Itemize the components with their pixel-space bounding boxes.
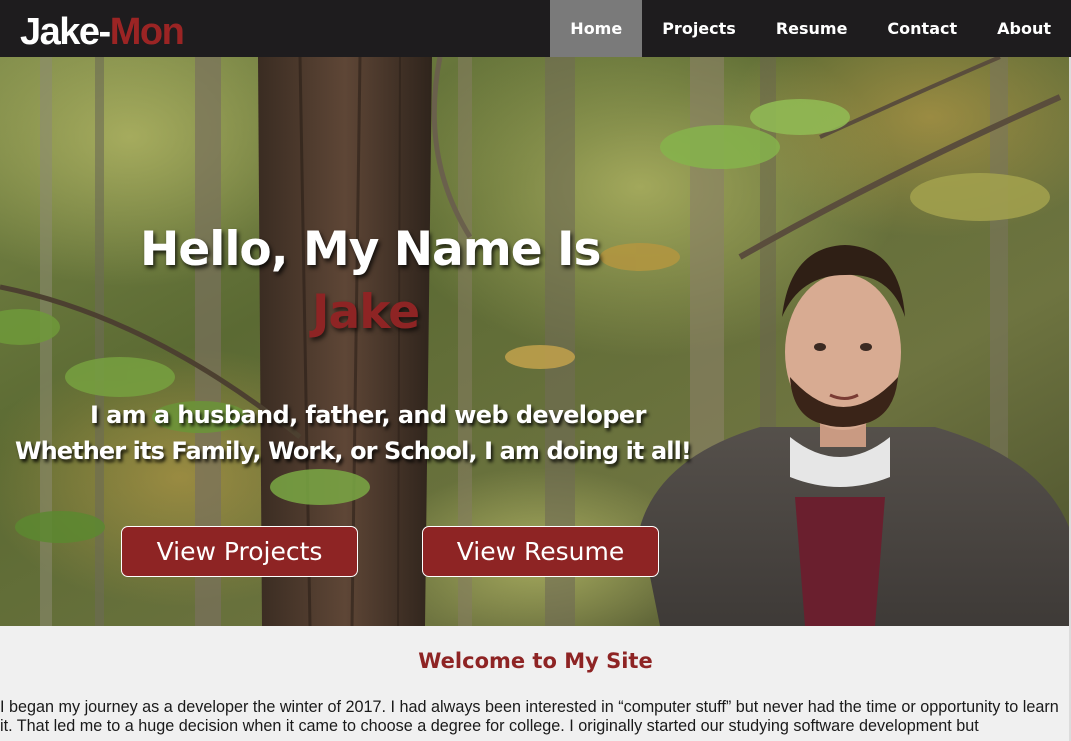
- nav-home-link[interactable]: Home: [550, 0, 643, 57]
- logo-text-part1: Jake-: [20, 11, 111, 53]
- nav-links: Home Projects Resume Contact About: [550, 0, 1071, 57]
- view-projects-button[interactable]: View Projects: [121, 526, 358, 577]
- hero-subtitle-line1: I am a husband, father, and web develope…: [90, 401, 646, 429]
- site-logo[interactable]: Jake-Mon: [20, 10, 185, 54]
- welcome-heading: Welcome to My Site: [418, 649, 653, 673]
- hero-subtitle-line2: Whether its Family, Work, or School, I a…: [15, 437, 692, 465]
- top-navbar: Jake-Mon Home Projects Resume Contact Ab…: [0, 0, 1071, 57]
- hero-name: Jake: [312, 285, 420, 340]
- nav-resume-link[interactable]: Resume: [756, 0, 868, 57]
- logo-text-part2: Mon: [109, 11, 185, 53]
- view-resume-button[interactable]: View Resume: [422, 526, 659, 577]
- welcome-section: Welcome to My Site I began my journey as…: [0, 626, 1071, 741]
- hero-section: Hello, My Name Is Jake I am a husband, f…: [0, 57, 1069, 626]
- nav-projects-link[interactable]: Projects: [642, 0, 756, 57]
- intro-paragraph: I began my journey as a developer the wi…: [0, 698, 1059, 735]
- nav-contact-link[interactable]: Contact: [867, 0, 977, 57]
- nav-about-link[interactable]: About: [977, 0, 1071, 57]
- hero-title: Hello, My Name Is: [140, 222, 601, 277]
